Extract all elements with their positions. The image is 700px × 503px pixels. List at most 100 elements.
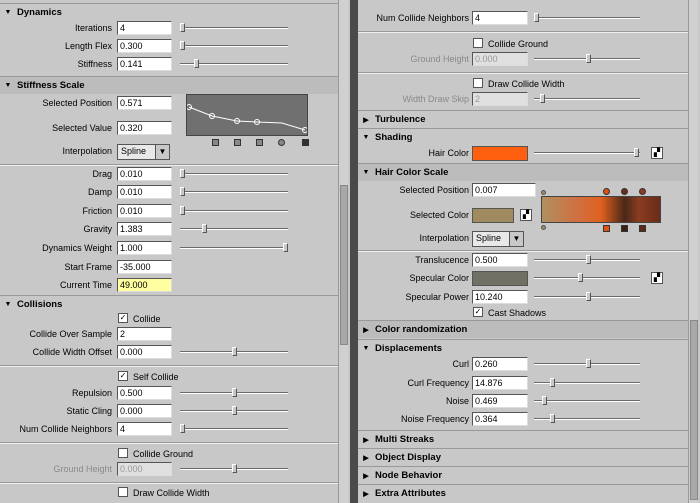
ramp-handle-icon[interactable] — [234, 139, 241, 146]
interpolation-dropdown[interactable]: Spline ▼ — [117, 144, 170, 160]
length-flex-field[interactable]: 0.300 — [117, 39, 172, 53]
slider-thumb[interactable] — [586, 359, 591, 368]
selected-color-swatch[interactable] — [472, 208, 514, 223]
scrollbar-thumb[interactable] — [690, 320, 698, 500]
hair-color-scale-header[interactable]: ▼ Hair Color Scale — [358, 163, 688, 181]
ramp-handle-icon[interactable] — [256, 139, 263, 146]
specular-power-slider[interactable] — [534, 292, 640, 301]
drag-slider[interactable] — [180, 169, 288, 178]
map-texture-icon[interactable]: ▞ — [651, 272, 663, 284]
self-collide-checkbox[interactable]: ✓ — [118, 371, 128, 381]
multi-streaks-header[interactable]: ▶ Multi Streaks — [358, 430, 688, 448]
color-randomization-header[interactable]: ▶ Color randomization — [358, 320, 688, 338]
hair-color-ramp[interactable] — [541, 196, 661, 223]
slider-thumb[interactable] — [180, 424, 185, 433]
slider-thumb[interactable] — [202, 224, 207, 233]
length-flex-slider[interactable] — [180, 41, 288, 50]
damp-field[interactable]: 0.010 — [117, 185, 172, 199]
static-cling-field[interactable]: 0.000 — [117, 404, 172, 418]
scrollbar-thumb[interactable] — [340, 185, 348, 345]
num-collide-neighbors-field[interactable]: 4 — [472, 11, 528, 25]
static-cling-slider[interactable] — [180, 406, 288, 415]
slider-thumb[interactable] — [180, 206, 185, 215]
drag-field[interactable]: 0.010 — [117, 167, 172, 181]
noise-slider[interactable] — [534, 396, 640, 405]
slider-thumb[interactable] — [550, 378, 555, 387]
stiffness-slider[interactable] — [180, 59, 288, 68]
ground-height-field[interactable]: 0.000 — [117, 462, 172, 476]
slider-thumb[interactable] — [180, 23, 185, 32]
object-display-header[interactable]: ▶ Object Display — [358, 448, 688, 466]
collide-ground-checkbox[interactable] — [473, 38, 483, 48]
friction-slider[interactable] — [180, 206, 288, 215]
specular-color-slider[interactable] — [534, 273, 640, 282]
specular-power-field[interactable]: 10.240 — [472, 290, 528, 304]
slider-thumb[interactable] — [232, 388, 237, 397]
right-scrollbar[interactable] — [688, 0, 698, 503]
curl-frequency-slider[interactable] — [534, 378, 640, 387]
collide-width-offset-field[interactable]: 0.000 — [117, 345, 172, 359]
slider-thumb[interactable] — [540, 94, 545, 103]
ramp-handle-icon[interactable] — [541, 190, 546, 195]
ground-height-slider[interactable] — [534, 54, 640, 63]
ramp-handle-icon[interactable] — [621, 188, 628, 195]
slider-thumb[interactable] — [542, 396, 547, 405]
slider-thumb[interactable] — [194, 59, 199, 68]
width-draw-skip-field[interactable]: 2 — [472, 92, 528, 106]
ramp-handle-icon[interactable] — [621, 225, 628, 232]
num-collide-neighbors-field[interactable]: 4 — [117, 422, 172, 436]
slider-thumb[interactable] — [586, 255, 591, 264]
slider-thumb[interactable] — [634, 148, 639, 157]
ramp-handle-icon[interactable] — [278, 139, 285, 146]
slider-thumb[interactable] — [586, 292, 591, 301]
current-time-field[interactable]: 49.000 — [117, 278, 172, 292]
ramp-handle-icon[interactable] — [639, 188, 646, 195]
ramp-handle-icon[interactable] — [603, 188, 610, 195]
slider-thumb[interactable] — [232, 347, 237, 356]
left-scrollbar[interactable] — [338, 0, 348, 503]
collide-width-offset-slider[interactable] — [180, 347, 288, 356]
draw-collide-width-checkbox[interactable] — [473, 78, 483, 88]
slider-thumb[interactable] — [180, 41, 185, 50]
node-behavior-header[interactable]: ▶ Node Behavior — [358, 466, 688, 484]
hair-color-swatch[interactable] — [472, 146, 528, 161]
specular-color-swatch[interactable] — [472, 271, 528, 286]
draw-collide-width-checkbox[interactable] — [118, 487, 128, 497]
noise-frequency-slider[interactable] — [534, 414, 640, 423]
num-collide-neighbors-slider[interactable] — [180, 424, 288, 433]
stiffness-field[interactable]: 0.141 — [117, 57, 172, 71]
extra-attributes-header[interactable]: ▶ Extra Attributes — [358, 484, 688, 502]
repulsion-slider[interactable] — [180, 388, 288, 397]
collide-checkbox[interactable]: ✓ — [118, 313, 128, 323]
slider-thumb[interactable] — [232, 464, 237, 473]
curl-frequency-field[interactable]: 14.876 — [472, 376, 528, 390]
slider-thumb[interactable] — [180, 187, 185, 196]
num-collide-neighbors-slider[interactable] — [534, 13, 640, 22]
curl-slider[interactable] — [534, 359, 640, 368]
slider-thumb[interactable] — [578, 273, 583, 282]
translucence-slider[interactable] — [534, 255, 640, 264]
damp-slider[interactable] — [180, 187, 288, 196]
slider-thumb[interactable] — [232, 406, 237, 415]
slider-thumb[interactable] — [180, 169, 185, 178]
cast-shadows-checkbox[interactable]: ✓ — [473, 307, 483, 317]
slider-thumb[interactable] — [550, 414, 555, 423]
turbulence-header[interactable]: ▶ Turbulence — [358, 110, 688, 128]
color-scale-position-field[interactable]: 0.007 — [472, 183, 536, 197]
map-texture-icon[interactable]: ▞ — [520, 209, 532, 221]
stiffness-scale-header[interactable]: ▼ Stiffness Scale — [0, 76, 338, 94]
collide-ground-checkbox[interactable] — [118, 448, 128, 458]
translucence-field[interactable]: 0.500 — [472, 253, 528, 267]
friction-field[interactable]: 0.010 — [117, 204, 172, 218]
start-frame-field[interactable]: -35.000 — [117, 260, 172, 274]
stiffness-ramp-graph[interactable] — [186, 94, 308, 136]
selected-position-field[interactable]: 0.571 — [117, 96, 172, 110]
selected-value-field[interactable]: 0.320 — [117, 121, 172, 135]
dynamics-weight-field[interactable]: 1.000 — [117, 241, 172, 255]
ground-height-slider[interactable] — [180, 464, 288, 473]
ramp-handle-icon[interactable] — [212, 139, 219, 146]
repulsion-field[interactable]: 0.500 — [117, 386, 172, 400]
iterations-field[interactable]: 4 — [117, 21, 172, 35]
gravity-slider[interactable] — [180, 224, 288, 233]
dynamics-weight-slider[interactable] — [180, 243, 288, 252]
